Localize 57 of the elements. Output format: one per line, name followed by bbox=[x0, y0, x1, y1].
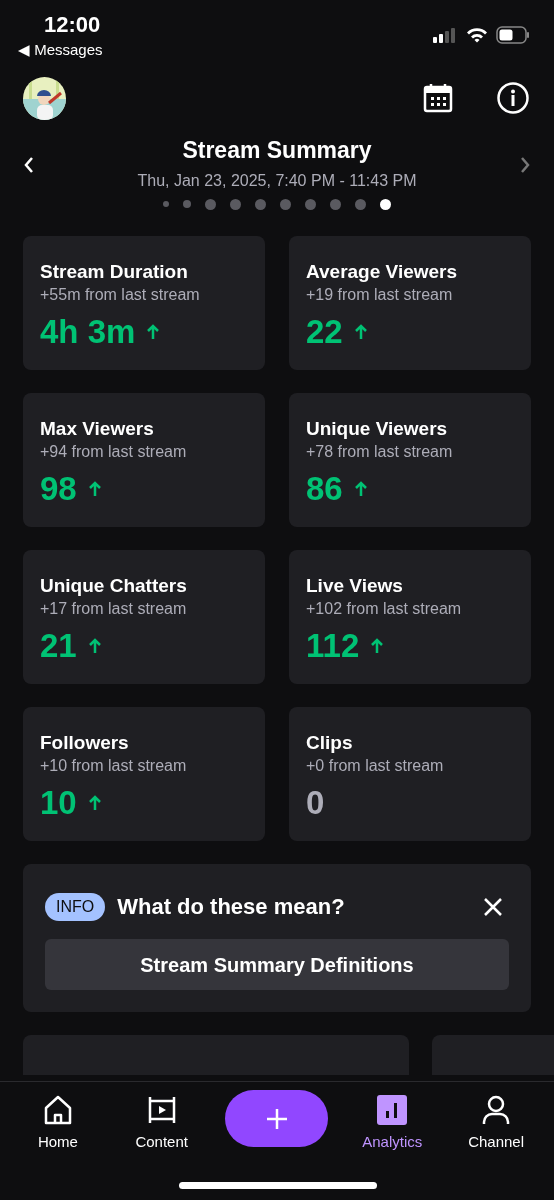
calendar-icon[interactable] bbox=[423, 83, 453, 113]
tab-bar-item[interactable]: Content bbox=[121, 1090, 202, 1154]
stat-change: +19 from last stream bbox=[306, 285, 454, 305]
stat-title: Max Viewers bbox=[40, 417, 155, 441]
stat-title: Clips bbox=[306, 731, 354, 755]
arrow-up-icon bbox=[354, 324, 367, 340]
arrow-up-icon bbox=[147, 324, 160, 340]
close-icon[interactable] bbox=[483, 896, 503, 917]
stat-value: 86 bbox=[306, 469, 343, 509]
stat-title: Average Viewers bbox=[306, 260, 459, 284]
stat-change: +10 from last stream bbox=[40, 756, 188, 776]
avatar[interactable] bbox=[23, 76, 66, 120]
chevron-right-icon[interactable] bbox=[518, 156, 532, 174]
stat-value: 98 bbox=[40, 469, 77, 509]
arrow-up-icon bbox=[88, 795, 101, 811]
stat-title: Followers bbox=[40, 731, 130, 755]
home-icon bbox=[43, 1095, 72, 1125]
wifi-icon bbox=[466, 27, 488, 43]
clock-time: 12:00 bbox=[44, 12, 102, 38]
stat-change: +17 from last stream bbox=[40, 599, 188, 619]
stream-date-range: Thu, Jan 23, 2025, 7:40 PM - 11:43 PM bbox=[137, 171, 417, 191]
stat-value: 4h 3m bbox=[40, 312, 136, 352]
stat-value: 22 bbox=[306, 312, 343, 352]
info-icon[interactable] bbox=[497, 82, 529, 114]
stat-title: Live Views bbox=[306, 574, 404, 598]
stat-value: 21 bbox=[40, 626, 77, 666]
stat-change: +0 from last stream bbox=[306, 756, 445, 776]
stat-change: +78 from last stream bbox=[306, 442, 454, 462]
tab-bar-item[interactable]: Channel bbox=[456, 1090, 537, 1154]
info-title: What do these mean? bbox=[117, 893, 346, 921]
stat-value: 0 bbox=[306, 783, 325, 823]
stat-value: 112 bbox=[306, 626, 360, 666]
battery-icon bbox=[496, 26, 530, 44]
signal-icon bbox=[432, 27, 458, 43]
arrow-up-icon bbox=[88, 481, 101, 497]
create-button[interactable] bbox=[225, 1090, 329, 1147]
stat-title: Unique Viewers bbox=[306, 417, 449, 441]
stat-change: +102 from last stream bbox=[306, 599, 463, 619]
arrow-up-icon bbox=[371, 638, 384, 654]
back-link[interactable]: ◀ Messages bbox=[18, 38, 103, 62]
page-title: Stream Summary bbox=[182, 136, 372, 165]
stat-change: +55m from last stream bbox=[40, 285, 201, 305]
stat-title: Unique Chatters bbox=[40, 574, 188, 598]
tab-bar-item[interactable]: Analytics bbox=[352, 1090, 433, 1154]
chevron-left-icon[interactable] bbox=[22, 156, 36, 174]
tab-bar-item[interactable]: Home bbox=[17, 1090, 98, 1154]
info-badge: INFO bbox=[45, 892, 106, 921]
stat-title: Stream Duration bbox=[40, 260, 189, 284]
plus-icon bbox=[266, 1107, 288, 1130]
film-play-icon bbox=[146, 1095, 177, 1125]
bar-chart-icon bbox=[377, 1095, 408, 1125]
arrow-up-icon bbox=[354, 481, 367, 497]
person-icon bbox=[482, 1095, 511, 1125]
stat-value: 10 bbox=[40, 783, 77, 823]
arrow-up-icon bbox=[88, 638, 101, 654]
stat-change: +94 from last stream bbox=[40, 442, 188, 462]
definitions-button[interactable]: Stream Summary Definitions bbox=[45, 939, 509, 990]
